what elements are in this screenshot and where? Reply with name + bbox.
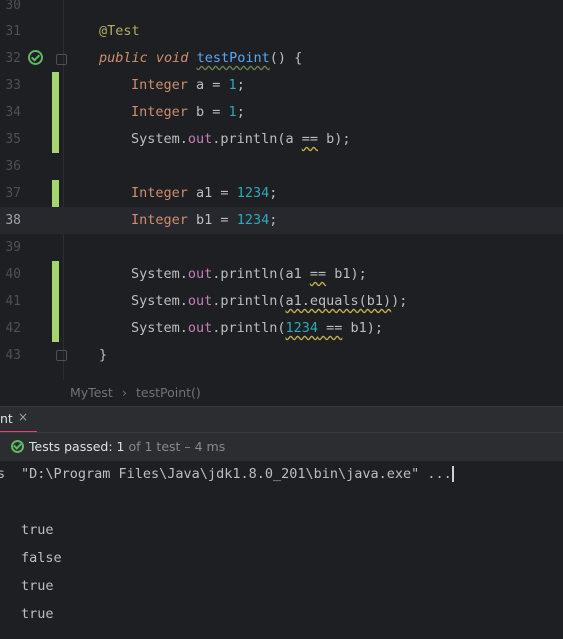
line-number: 37: [5, 186, 21, 201]
tree-item-label[interactable]: s: [0, 466, 5, 482]
line-number: 30: [5, 0, 21, 13]
fold-icon[interactable]: [56, 350, 67, 361]
breadcrumb: MyTest › testPoint(): [0, 380, 563, 406]
console-output-line: true: [21, 522, 54, 538]
console-output-line: false: [21, 550, 62, 566]
system-token: System.: [131, 293, 188, 309]
line-number: 38: [5, 213, 21, 228]
call-token: .println(: [212, 320, 286, 336]
line-number: 34: [5, 105, 21, 120]
line-number: 35: [5, 132, 21, 147]
line-number: 36: [5, 159, 21, 174]
breadcrumb-separator: ›: [122, 385, 127, 400]
code-line[interactable]: }: [99, 342, 107, 369]
line-number: 33: [5, 78, 21, 93]
keyword-token: public: [99, 50, 148, 66]
code-line[interactable]: @Test: [99, 18, 140, 45]
type-token: Integer: [131, 212, 188, 228]
line-number: 40: [5, 267, 21, 282]
call-token: .println(: [212, 266, 286, 282]
status-count: 1: [116, 439, 125, 454]
code-editor[interactable]: 30 31 32 33 34 35 36 37 38 39 40 41 42 4…: [0, 0, 563, 380]
close-icon[interactable]: ×: [18, 410, 28, 424]
field-token: out: [187, 266, 213, 282]
line-number: 39: [5, 240, 21, 255]
test-status-bar: Tests passed: 1 of 1 test – 4 ms: [0, 432, 563, 462]
console-command: "D:\Program Files\Java\jdk1.8.0_201\bin\…: [21, 466, 452, 482]
code-line[interactable]: System.out.println(a1.equals(b1));: [131, 288, 407, 315]
brace-token: }: [99, 347, 108, 363]
method-name-token: testPoint: [196, 50, 270, 66]
text-caret: [451, 466, 454, 482]
change-marker[interactable]: [52, 72, 59, 153]
status-suffix: of 1 test – 4 ms: [128, 439, 226, 454]
type-token: Integer: [131, 185, 188, 201]
type-token: Integer: [131, 77, 188, 93]
code-line[interactable]: Integer b = 1;: [131, 99, 245, 126]
run-tab[interactable]: nt ×: [0, 407, 37, 433]
code-line[interactable]: Integer a = 1;: [131, 72, 245, 99]
console-output-line: true: [21, 578, 54, 594]
code-line[interactable]: System.out.println(a == b);: [131, 126, 351, 153]
breadcrumb-method[interactable]: testPoint(): [136, 385, 201, 400]
punctuation-token: () {: [269, 50, 303, 66]
current-line-highlight: [0, 207, 563, 234]
code-line[interactable]: public void testPoint() {: [99, 45, 302, 72]
console-output[interactable]: s "D:\Program Files\Java\jdk1.8.0_201\bi…: [0, 461, 563, 639]
console-command-line: "D:\Program Files\Java\jdk1.8.0_201\bin\…: [21, 466, 454, 482]
call-token: .println(: [212, 131, 286, 147]
annotation-token: @Test: [99, 23, 140, 39]
line-number: 41: [5, 294, 21, 309]
fold-icon[interactable]: [56, 54, 67, 65]
console-output-line: true: [21, 606, 54, 622]
call-token: .println(: [212, 293, 286, 309]
line-number: 43: [5, 348, 21, 363]
change-marker[interactable]: [52, 261, 59, 342]
line-number: 31: [5, 24, 21, 39]
system-token: System.: [131, 320, 188, 336]
system-token: System.: [131, 131, 188, 147]
run-tab-label: nt: [0, 411, 13, 426]
test-passed-run-icon[interactable]: [28, 50, 43, 65]
test-status-text: Tests passed: 1 of 1 test – 4 ms: [29, 439, 225, 454]
code-line[interactable]: Integer b1 = 1234;: [131, 207, 277, 234]
run-tool-window-tabbar: nt ×: [0, 406, 563, 433]
system-token: System.: [131, 266, 188, 282]
code-line[interactable]: System.out.println(1234 == b1);: [131, 315, 383, 342]
field-token: out: [187, 320, 213, 336]
line-number: 42: [5, 321, 21, 336]
line-number: 32: [5, 51, 21, 66]
field-token: out: [187, 293, 213, 309]
status-prefix: Tests passed:: [29, 439, 113, 454]
code-line[interactable]: Integer a1 = 1234;: [131, 180, 277, 207]
code-line[interactable]: System.out.println(a1 == b1);: [131, 261, 367, 288]
check-circle-icon: [11, 440, 24, 453]
field-token: out: [187, 131, 213, 147]
type-token: Integer: [131, 104, 188, 120]
breadcrumb-class[interactable]: MyTest: [70, 385, 113, 400]
keyword-token: void: [155, 50, 189, 66]
